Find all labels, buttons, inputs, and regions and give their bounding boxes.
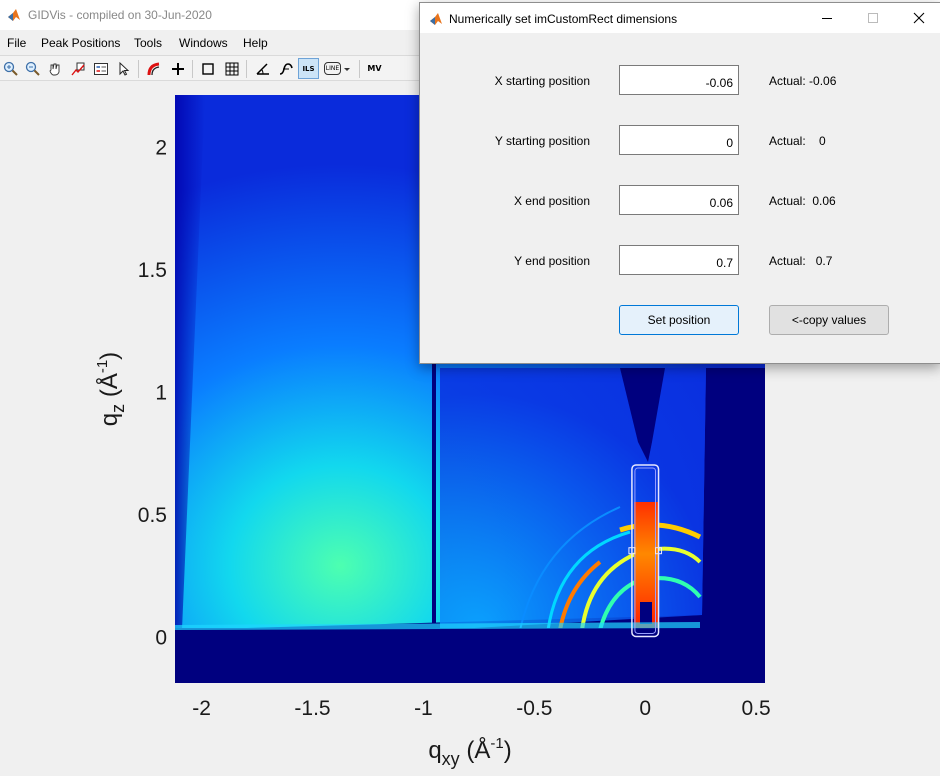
x-start-label: X starting position	[494, 74, 590, 88]
toolbar: ILS LINE MV	[0, 55, 420, 81]
rectangle-icon[interactable]	[197, 58, 218, 79]
x-tick-label: -0.5	[516, 697, 552, 720]
y-start-label: Y starting position	[494, 134, 590, 148]
color-curve-icon[interactable]	[143, 58, 164, 79]
x-tick-label: -1.5	[294, 697, 330, 720]
menu-tools[interactable]: Tools	[134, 36, 162, 50]
x-end-actual: Actual: 0.06	[769, 194, 836, 208]
select-arrow-icon[interactable]	[113, 58, 134, 79]
integration-icon[interactable]	[275, 58, 296, 79]
y-start-input[interactable]	[619, 125, 739, 155]
set-dimensions-dialog: Numerically set imCustomRect dimensions …	[419, 2, 940, 364]
dialog-titlebar: Numerically set imCustomRect dimensions	[420, 3, 940, 33]
copy-values-button[interactable]: <-copy values	[769, 305, 889, 335]
x-tick-label: 0	[639, 697, 651, 720]
y-tick-label: 2	[155, 136, 167, 159]
y-tick-label: 0	[155, 626, 167, 649]
ils-icon[interactable]: ILS	[298, 58, 319, 79]
x-start-actual: Actual: -0.06	[769, 74, 837, 88]
x-tick-label: 0.5	[742, 697, 771, 720]
set-position-button[interactable]: Set position	[619, 305, 739, 335]
zoom-in-icon[interactable]	[0, 58, 21, 79]
mv-icon[interactable]: MV	[364, 58, 385, 79]
angle-icon[interactable]	[252, 58, 273, 79]
x-tick-label: -2	[192, 697, 211, 720]
menu-peak-positions[interactable]: Peak Positions	[41, 36, 120, 50]
maximize-icon[interactable]	[850, 3, 896, 33]
crosshair-icon[interactable]	[167, 58, 188, 79]
minimize-icon[interactable]	[804, 3, 850, 33]
y-start-actual: Actual: 0	[769, 134, 826, 148]
x-axis-label: qxy (Å-1)	[428, 735, 511, 769]
y-end-label: Y end position	[514, 254, 590, 268]
x-end-label: X end position	[513, 194, 590, 208]
dialog-title: Numerically set imCustomRect dimensions	[449, 12, 678, 26]
menubar: File Peak Positions Tools Windows Help	[0, 32, 420, 54]
y-tick-label: 1	[155, 381, 167, 404]
window-title: GIDVis - compiled on 30-Jun-2020	[28, 8, 212, 22]
y-axis-ticks: 0 0.5 1 1.5 2	[138, 136, 167, 649]
y-axis-label: qz (Å-1)	[94, 352, 128, 426]
line-icon[interactable]: LINE	[322, 58, 343, 79]
y-end-actual: Actual: 0.7	[769, 254, 833, 268]
x-end-input[interactable]	[619, 185, 739, 215]
dropdown-icon[interactable]	[341, 58, 353, 79]
matlab-icon	[430, 13, 442, 25]
y-tick-label: 1.5	[138, 259, 167, 282]
grid-icon[interactable]	[221, 58, 242, 79]
y-end-input[interactable]	[619, 245, 739, 275]
y-tick-label: 0.5	[138, 504, 167, 527]
x-axis-ticks: -2 -1.5 -1 -0.5 0 0.5	[192, 697, 770, 720]
matlab-icon	[8, 9, 20, 21]
x-start-input[interactable]	[619, 65, 739, 95]
menu-windows[interactable]: Windows	[179, 36, 228, 50]
close-icon[interactable]	[896, 3, 940, 33]
pan-icon[interactable]	[44, 58, 65, 79]
menu-file[interactable]: File	[7, 36, 26, 50]
zoom-out-icon[interactable]	[22, 58, 43, 79]
legend-icon[interactable]	[90, 58, 111, 79]
x-tick-label: -1	[414, 697, 433, 720]
menu-help[interactable]: Help	[243, 36, 268, 50]
data-cursor-icon[interactable]	[67, 58, 88, 79]
